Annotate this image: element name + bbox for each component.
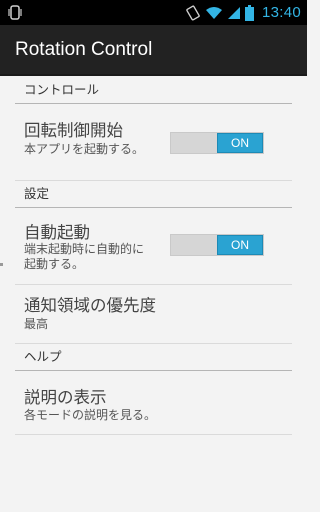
signal-icon — [227, 6, 240, 19]
action-bar: Rotation Control — [0, 25, 307, 76]
status-icons: 13:40 — [185, 0, 307, 25]
pref-title: 回転制御開始 — [24, 121, 123, 140]
status-bar: 13:40 — [0, 0, 307, 25]
pref-summary: 最高 — [24, 317, 49, 331]
toggle-thumb: ON — [217, 133, 263, 153]
section-header-help: ヘルプ — [15, 344, 292, 371]
pref-summary: 各モードの説明を見る。 — [24, 408, 157, 422]
section-header-settings: 設定 — [15, 186, 292, 208]
pref-title: 説明の表示 — [24, 388, 107, 407]
section-header-control: コントロール — [15, 82, 292, 104]
rotate-icon — [186, 4, 200, 21]
section-header-label: ヘルプ — [24, 349, 62, 364]
pref-title: 自動起動 — [24, 223, 90, 242]
rotation-toggle[interactable]: ON — [170, 132, 264, 154]
pref-show-description[interactable]: 説明の表示 各モードの説明を見る。 — [15, 372, 292, 435]
auto-start-toggle[interactable]: ON — [170, 234, 264, 256]
app-title: Rotation Control — [15, 39, 153, 60]
pref-title: 通知領域の優先度 — [24, 296, 156, 315]
section-header-label: コントロール — [24, 82, 100, 97]
scroll-edge-marker — [0, 263, 3, 266]
pref-rotation-control[interactable]: 回転制御開始 本アプリを起動する。 ON — [15, 105, 292, 181]
pref-notification-priority[interactable]: 通知領域の優先度 最高 — [15, 286, 292, 344]
wifi-icon — [205, 6, 222, 19]
pref-summary: 本アプリを起動する。 — [24, 142, 145, 156]
status-time: 13:40 — [261, 4, 301, 21]
toggle-thumb: ON — [217, 235, 263, 255]
vibrate-icon — [8, 5, 22, 20]
section-header-label: 設定 — [24, 186, 50, 201]
pref-auto-start[interactable]: 自動起動 端末起動時に自動的に起動する。 ON — [15, 209, 292, 285]
battery-icon — [244, 4, 254, 21]
pref-summary: 端末起動時に自動的に起動する。 — [24, 242, 145, 271]
